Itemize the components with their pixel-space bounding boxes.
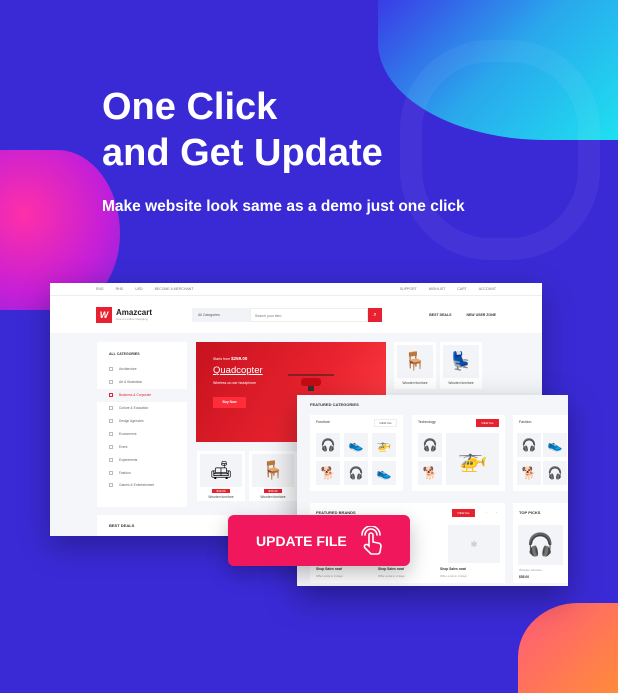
site-header: W Amazcart Live on online shopping All Ca… — [50, 296, 542, 333]
view-all-button[interactable]: VIEW ALL — [476, 419, 499, 427]
brand-name: Amazcart — [116, 308, 153, 317]
category-select[interactable]: All Categories — [192, 307, 251, 322]
tap-hand-icon — [360, 525, 382, 555]
sidebar-item[interactable]: Culture & Education — [109, 402, 175, 415]
top-bar: ENG RHD USD BECOME A MERCHANT SUPPORT WI… — [50, 283, 542, 296]
nav-new-user-zone[interactable]: NEW USER ZONE — [466, 313, 496, 317]
sidebar-item-active[interactable]: Business & Corporate — [97, 388, 187, 402]
sidebar-item[interactable]: Art & Illustration — [109, 376, 175, 389]
next-arrow-icon[interactable]: › — [496, 510, 497, 514]
currency[interactable]: USD — [135, 287, 142, 291]
decor-blob-orange — [518, 603, 618, 693]
armchair-image: 💺 — [443, 345, 479, 378]
search-icon[interactable]: ⌕ — [368, 307, 383, 322]
chair-image: 🪑 — [252, 454, 294, 487]
tagline: Live on online shopping — [116, 317, 148, 321]
view-all-button[interactable]: VIEW ALL — [452, 509, 475, 517]
view-all-button[interactable]: VIEW ALL — [374, 419, 397, 427]
logo-icon[interactable]: W — [96, 306, 112, 323]
sidebar-item[interactable]: Fashion — [109, 466, 175, 479]
sidebar-item[interactable]: Design Agencies — [109, 415, 175, 428]
category-card-technology[interactable]: Technology VIEW ALL 🎧 🐕 🚁 — [412, 415, 505, 491]
update-file-button[interactable]: UPDATE FILE — [228, 515, 410, 566]
buy-now-button[interactable]: Buy Now — [213, 397, 246, 408]
category-card-furniture[interactable]: Furniture VIEW ALL 🎧 👟 🚁 🐕 🎧 👟 — [310, 415, 403, 491]
armchair-image: 🛋 — [200, 454, 242, 487]
sidebar-item[interactable]: Games & Entertainment — [109, 479, 175, 492]
region[interactable]: RHD — [116, 287, 124, 291]
drone-image — [288, 374, 334, 391]
chair-image: 🪑 — [397, 345, 433, 378]
sidebar-title: ALL CATEGORIES — [109, 352, 140, 356]
decor-ring — [400, 40, 600, 260]
product-card[interactable]: 🛋 $33.00 Wooden furniture — [197, 451, 245, 501]
category-sidebar: ALL CATEGORIES Architecture Art & Illust… — [97, 342, 187, 507]
lang[interactable]: ENG — [96, 287, 104, 291]
top-picks-section: TOP PICKS 🎧 Wooden furniture $55.00 — [513, 503, 568, 583]
product-card[interactable]: 🪑 Wooden furniture — [394, 342, 436, 389]
search-bar: All Categories Search your item ⌕ — [192, 307, 383, 322]
headphone-image: 🎧 — [518, 525, 563, 565]
support-link[interactable]: SUPPORT — [400, 287, 417, 291]
sidebar-item[interactable]: Event — [109, 440, 175, 453]
headline: One Click and Get Update — [102, 86, 383, 174]
update-file-label: UPDATE FILE — [256, 532, 347, 549]
product-card[interactable]: 🪑 $33.00 Wooden furniture — [249, 451, 297, 501]
account-link[interactable]: ACCOUNT — [479, 287, 496, 291]
brand-logo-image: ✻ — [448, 525, 500, 563]
subtitle: Make website look same as a demo just on… — [102, 198, 465, 215]
nav-best-deals[interactable]: BEST DEALS — [429, 313, 451, 317]
search-input[interactable]: Search your item — [250, 307, 369, 322]
featured-categories-heading: FEATURED CATEGORIES — [310, 402, 359, 407]
wishlist-link[interactable]: WISHLIST — [429, 287, 446, 291]
best-deals-heading: BEST DEALS — [97, 515, 227, 536]
sidebar-item[interactable]: Experiments — [109, 453, 175, 466]
category-card-fashion[interactable]: Fashion 🎧 👟 🐕 🎧 — [513, 415, 568, 491]
cart-link[interactable]: CART — [457, 287, 466, 291]
prev-arrow-icon[interactable]: ‹ — [486, 510, 487, 514]
sidebar-item[interactable]: Architecture — [109, 363, 175, 376]
become-merchant-link[interactable]: BECOME A MERCHANT — [155, 287, 194, 291]
product-card[interactable]: 💺 Wooden furniture — [440, 342, 482, 389]
sidebar-item[interactable]: Ecommerce — [109, 427, 175, 440]
